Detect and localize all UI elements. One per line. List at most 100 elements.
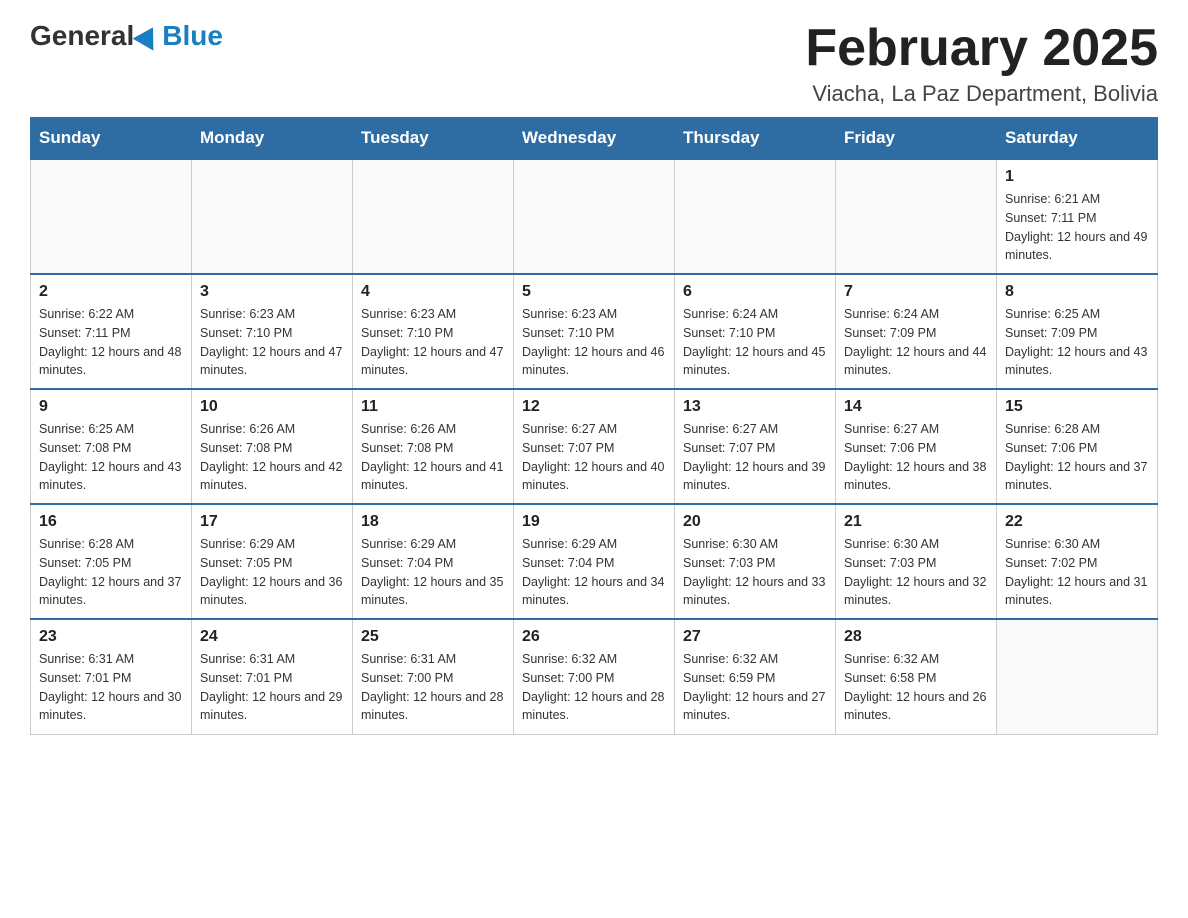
day-number: 1 bbox=[1005, 168, 1149, 186]
calendar-cell: 11 Sunrise: 6:26 AMSunset: 7:08 PMDayligh… bbox=[353, 389, 514, 504]
calendar-week-row: 9 Sunrise: 6:25 AMSunset: 7:08 PMDaylight… bbox=[31, 389, 1158, 504]
calendar-cell: 2 Sunrise: 6:22 AMSunset: 7:11 PMDaylight… bbox=[31, 274, 192, 389]
day-info: Sunrise: 6:23 AMSunset: 7:10 PMDaylight:… bbox=[200, 305, 344, 380]
calendar-cell: 24 Sunrise: 6:31 AMSunset: 7:01 PMDayligh… bbox=[192, 619, 353, 734]
day-info: Sunrise: 6:25 AMSunset: 7:08 PMDaylight:… bbox=[39, 420, 183, 495]
calendar-header-tuesday: Tuesday bbox=[353, 118, 514, 160]
day-info: Sunrise: 6:27 AMSunset: 7:06 PMDaylight:… bbox=[844, 420, 988, 495]
day-number: 28 bbox=[844, 628, 988, 646]
calendar-cell: 21 Sunrise: 6:30 AMSunset: 7:03 PMDayligh… bbox=[836, 504, 997, 619]
day-number: 6 bbox=[683, 283, 827, 301]
calendar-header-friday: Friday bbox=[836, 118, 997, 160]
calendar-cell: 26Sunrise: 6:32 AMSunset: 7:00 PMDayligh… bbox=[514, 619, 675, 734]
calendar-cell: 27 Sunrise: 6:32 AMSunset: 6:59 PMDayligh… bbox=[675, 619, 836, 734]
day-number: 8 bbox=[1005, 283, 1149, 301]
calendar-cell: 20 Sunrise: 6:30 AMSunset: 7:03 PMDayligh… bbox=[675, 504, 836, 619]
calendar-cell: 5 Sunrise: 6:23 AMSunset: 7:10 PMDaylight… bbox=[514, 274, 675, 389]
day-info: Sunrise: 6:30 AMSunset: 7:02 PMDaylight:… bbox=[1005, 535, 1149, 610]
day-number: 15 bbox=[1005, 398, 1149, 416]
calendar-cell: 12 Sunrise: 6:27 AMSunset: 7:07 PMDayligh… bbox=[514, 389, 675, 504]
calendar-cell: 6 Sunrise: 6:24 AMSunset: 7:10 PMDaylight… bbox=[675, 274, 836, 389]
calendar-cell: 13Sunrise: 6:27 AMSunset: 7:07 PMDayligh… bbox=[675, 389, 836, 504]
location-title: Viacha, La Paz Department, Bolivia bbox=[805, 81, 1158, 107]
calendar-cell: 22 Sunrise: 6:30 AMSunset: 7:02 PMDayligh… bbox=[997, 504, 1158, 619]
day-number: 25 bbox=[361, 628, 505, 646]
day-number: 20 bbox=[683, 513, 827, 531]
day-number: 5 bbox=[522, 283, 666, 301]
calendar-header-row: SundayMondayTuesdayWednesdayThursdayFrid… bbox=[31, 118, 1158, 160]
calendar-week-row: 16Sunrise: 6:28 AMSunset: 7:05 PMDayligh… bbox=[31, 504, 1158, 619]
day-number: 19 bbox=[522, 513, 666, 531]
day-info: Sunrise: 6:32 AMSunset: 6:58 PMDaylight:… bbox=[844, 650, 988, 725]
calendar-cell bbox=[192, 159, 353, 274]
day-number: 3 bbox=[200, 283, 344, 301]
calendar-cell bbox=[514, 159, 675, 274]
calendar-cell: 16Sunrise: 6:28 AMSunset: 7:05 PMDayligh… bbox=[31, 504, 192, 619]
day-info: Sunrise: 6:31 AMSunset: 7:01 PMDaylight:… bbox=[200, 650, 344, 725]
day-number: 12 bbox=[522, 398, 666, 416]
calendar-week-row: 2 Sunrise: 6:22 AMSunset: 7:11 PMDaylight… bbox=[31, 274, 1158, 389]
calendar-cell: 18 Sunrise: 6:29 AMSunset: 7:04 PMDayligh… bbox=[353, 504, 514, 619]
calendar-header-thursday: Thursday bbox=[675, 118, 836, 160]
day-number: 22 bbox=[1005, 513, 1149, 531]
day-info: Sunrise: 6:28 AMSunset: 7:06 PMDaylight:… bbox=[1005, 420, 1149, 495]
page-header: General Blue February 2025 Viacha, La Pa… bbox=[30, 20, 1158, 107]
day-number: 21 bbox=[844, 513, 988, 531]
day-number: 27 bbox=[683, 628, 827, 646]
calendar-header-saturday: Saturday bbox=[997, 118, 1158, 160]
calendar-cell: 17 Sunrise: 6:29 AMSunset: 7:05 PMDayligh… bbox=[192, 504, 353, 619]
day-number: 17 bbox=[200, 513, 344, 531]
day-info: Sunrise: 6:24 AMSunset: 7:10 PMDaylight:… bbox=[683, 305, 827, 380]
day-info: Sunrise: 6:31 AMSunset: 7:01 PMDaylight:… bbox=[39, 650, 183, 725]
day-info: Sunrise: 6:23 AMSunset: 7:10 PMDaylight:… bbox=[522, 305, 666, 380]
calendar-cell: 28 Sunrise: 6:32 AMSunset: 6:58 PMDayligh… bbox=[836, 619, 997, 734]
logo-general: General bbox=[30, 20, 134, 52]
day-number: 10 bbox=[200, 398, 344, 416]
day-number: 26 bbox=[522, 628, 666, 646]
day-info: Sunrise: 6:31 AMSunset: 7:00 PMDaylight:… bbox=[361, 650, 505, 725]
day-info: Sunrise: 6:27 AMSunset: 7:07 PMDaylight:… bbox=[522, 420, 666, 495]
calendar-cell bbox=[836, 159, 997, 274]
title-block: February 2025 Viacha, La Paz Department,… bbox=[805, 20, 1158, 107]
day-info: Sunrise: 6:29 AMSunset: 7:04 PMDaylight:… bbox=[522, 535, 666, 610]
month-title: February 2025 bbox=[805, 20, 1158, 77]
calendar-cell bbox=[675, 159, 836, 274]
calendar-cell: 7 Sunrise: 6:24 AMSunset: 7:09 PMDaylight… bbox=[836, 274, 997, 389]
calendar-week-row: 23 Sunrise: 6:31 AMSunset: 7:01 PMDayligh… bbox=[31, 619, 1158, 734]
day-info: Sunrise: 6:26 AMSunset: 7:08 PMDaylight:… bbox=[200, 420, 344, 495]
calendar-header-wednesday: Wednesday bbox=[514, 118, 675, 160]
day-info: Sunrise: 6:29 AMSunset: 7:04 PMDaylight:… bbox=[361, 535, 505, 610]
day-info: Sunrise: 6:30 AMSunset: 7:03 PMDaylight:… bbox=[683, 535, 827, 610]
day-number: 11 bbox=[361, 398, 505, 416]
day-number: 9 bbox=[39, 398, 183, 416]
calendar-table: SundayMondayTuesdayWednesdayThursdayFrid… bbox=[30, 117, 1158, 735]
day-info: Sunrise: 6:24 AMSunset: 7:09 PMDaylight:… bbox=[844, 305, 988, 380]
logo-triangle-icon bbox=[133, 21, 164, 50]
calendar-week-row: 1 Sunrise: 6:21 AMSunset: 7:11 PMDaylight… bbox=[31, 159, 1158, 274]
day-info: Sunrise: 6:21 AMSunset: 7:11 PMDaylight:… bbox=[1005, 190, 1149, 265]
day-info: Sunrise: 6:26 AMSunset: 7:08 PMDaylight:… bbox=[361, 420, 505, 495]
calendar-cell: 1 Sunrise: 6:21 AMSunset: 7:11 PMDaylight… bbox=[997, 159, 1158, 274]
day-number: 23 bbox=[39, 628, 183, 646]
day-info: Sunrise: 6:27 AMSunset: 7:07 PMDaylight:… bbox=[683, 420, 827, 495]
day-number: 14 bbox=[844, 398, 988, 416]
day-number: 24 bbox=[200, 628, 344, 646]
day-info: Sunrise: 6:28 AMSunset: 7:05 PMDaylight:… bbox=[39, 535, 183, 610]
day-number: 18 bbox=[361, 513, 505, 531]
calendar-cell bbox=[997, 619, 1158, 734]
day-info: Sunrise: 6:29 AMSunset: 7:05 PMDaylight:… bbox=[200, 535, 344, 610]
calendar-cell: 14 Sunrise: 6:27 AMSunset: 7:06 PMDayligh… bbox=[836, 389, 997, 504]
day-number: 7 bbox=[844, 283, 988, 301]
day-info: Sunrise: 6:23 AMSunset: 7:10 PMDaylight:… bbox=[361, 305, 505, 380]
day-info: Sunrise: 6:32 AMSunset: 6:59 PMDaylight:… bbox=[683, 650, 827, 725]
calendar-header-sunday: Sunday bbox=[31, 118, 192, 160]
calendar-cell: 4 Sunrise: 6:23 AMSunset: 7:10 PMDaylight… bbox=[353, 274, 514, 389]
calendar-cell: 10 Sunrise: 6:26 AMSunset: 7:08 PMDayligh… bbox=[192, 389, 353, 504]
day-info: Sunrise: 6:30 AMSunset: 7:03 PMDaylight:… bbox=[844, 535, 988, 610]
calendar-cell: 25 Sunrise: 6:31 AMSunset: 7:00 PMDayligh… bbox=[353, 619, 514, 734]
day-number: 4 bbox=[361, 283, 505, 301]
calendar-cell: 9 Sunrise: 6:25 AMSunset: 7:08 PMDaylight… bbox=[31, 389, 192, 504]
day-info: Sunrise: 6:22 AMSunset: 7:11 PMDaylight:… bbox=[39, 305, 183, 380]
day-number: 2 bbox=[39, 283, 183, 301]
calendar-cell: 19 Sunrise: 6:29 AMSunset: 7:04 PMDayligh… bbox=[514, 504, 675, 619]
